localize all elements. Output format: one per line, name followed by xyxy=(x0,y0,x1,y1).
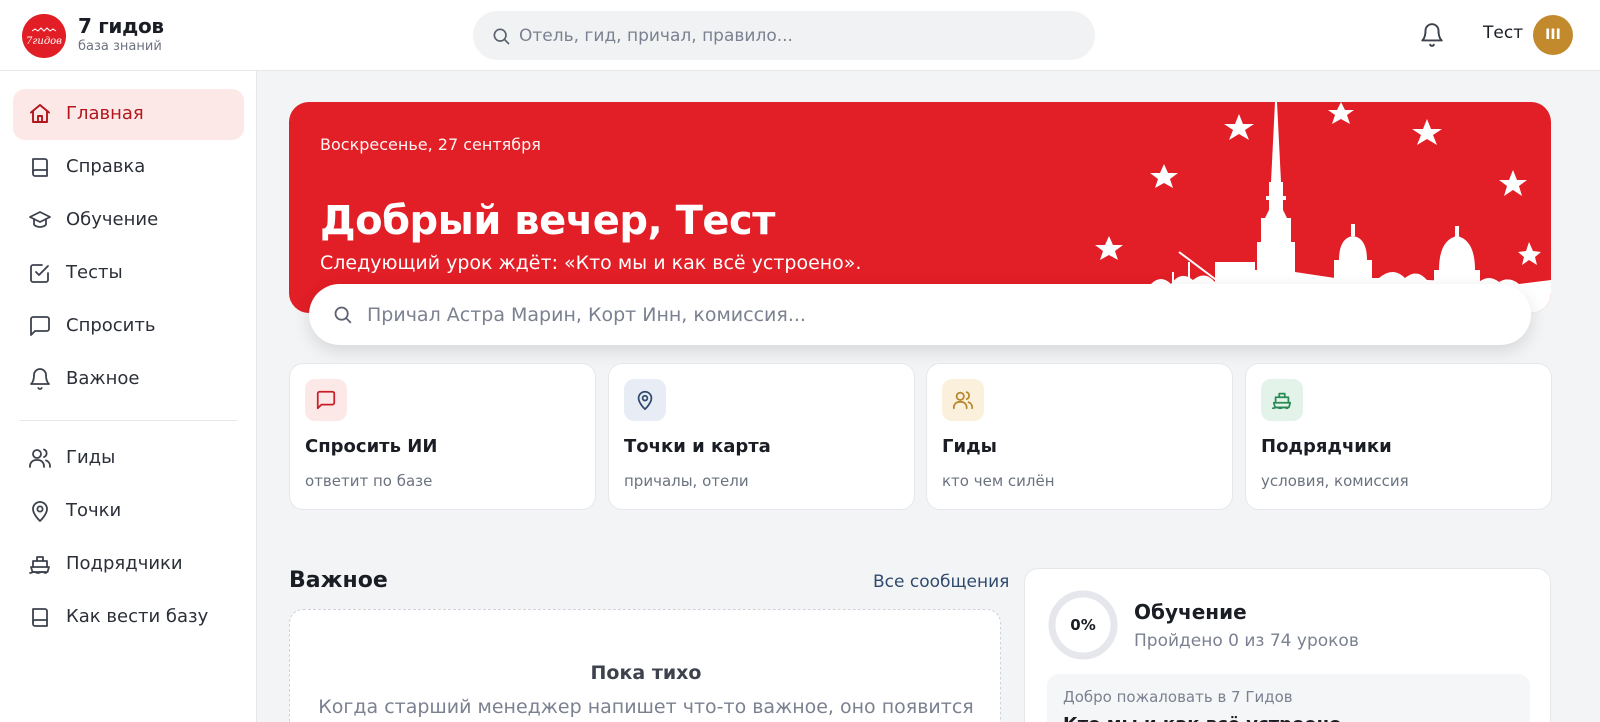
search-icon xyxy=(334,306,352,324)
chat-icon xyxy=(30,316,50,336)
sidebar-item-label: Важное xyxy=(66,368,140,389)
card-guides[interactable]: Гиды кто чем силён xyxy=(926,363,1233,510)
hero-date: Воскресенье, 27 сентября xyxy=(320,135,541,154)
all-messages-link[interactable]: Все сообщения xyxy=(873,572,1009,592)
sidebar-item-points[interactable]: Точки xyxy=(13,486,244,537)
graduation-cap-icon xyxy=(29,211,51,228)
brand-name: 7 гидов xyxy=(78,14,164,38)
ship-icon xyxy=(29,556,50,574)
card-title: Гиды xyxy=(942,436,997,457)
hero-subtitle[interactable]: Следующий урок ждёт: «Кто мы и как всё у… xyxy=(320,252,861,274)
brand-subtitle: база знаний xyxy=(78,39,162,54)
card-icon-box xyxy=(624,379,666,421)
chat-icon xyxy=(316,390,336,410)
next-lesson-box[interactable]: Добро пожаловать в 7 Гидов Кто мы и как … xyxy=(1047,674,1530,722)
users-icon xyxy=(952,391,974,410)
global-search-input[interactable] xyxy=(519,11,1079,60)
empty-state-text: Когда старший менеджер напишет что-то ва… xyxy=(318,696,974,722)
map-pin-icon xyxy=(637,390,653,411)
sidebar-item-label: Справка xyxy=(66,156,146,177)
sidebar-divider xyxy=(20,420,237,421)
sidebar-item-tests[interactable]: Тесты xyxy=(13,248,244,299)
card-subtitle: кто чем силён xyxy=(942,472,1055,490)
learning-title: Обучение xyxy=(1134,600,1247,624)
sidebar-item-guides[interactable]: Гиды xyxy=(13,433,244,484)
sidebar-item-label: Спросить xyxy=(66,315,156,336)
bell-icon xyxy=(30,368,50,390)
card-title: Спросить ИИ xyxy=(305,436,438,457)
sidebar-item-important[interactable]: Важное xyxy=(13,354,244,405)
user-name[interactable]: Тест xyxy=(1483,23,1523,43)
svg-text:7гидов: 7гидов xyxy=(26,36,62,47)
card-title: Точки и карта xyxy=(624,436,771,457)
sidebar-item-contractors[interactable]: Подрядчики xyxy=(13,539,244,590)
sidebar-item-ask[interactable]: Спросить xyxy=(13,301,244,352)
map-pin-icon xyxy=(32,501,48,522)
card-subtitle: причалы, отели xyxy=(624,472,749,490)
card-subtitle: ответит по базе xyxy=(305,472,433,490)
hero-search-input[interactable] xyxy=(367,284,1507,345)
progress-percent: 0% xyxy=(1070,616,1096,634)
brand-logo[interactable]: 7гидов xyxy=(22,14,66,58)
card-title: Подрядчики xyxy=(1261,436,1392,457)
empty-state-title: Пока тихо xyxy=(590,662,702,684)
sidebar-item-label: Главная xyxy=(66,103,144,124)
top-bar: 7гидов 7 гидов база знаний Тест III xyxy=(0,0,1600,71)
card-contractors[interactable]: Подрядчики условия, комиссия xyxy=(1245,363,1552,510)
sidebar-item-label: Точки xyxy=(66,500,122,521)
sidebar: Главная Справка Обучение Тесты Спросить … xyxy=(0,71,257,722)
avatar[interactable]: III xyxy=(1533,15,1573,55)
welcome-label: Добро пожаловать в 7 Гидов xyxy=(1063,688,1293,706)
hero-title: Добрый вечер, Тест xyxy=(320,198,775,244)
next-lesson-title: Кто мы и как всё устроено xyxy=(1063,714,1341,722)
home-icon xyxy=(30,104,50,123)
sidebar-item-label: Как вести базу xyxy=(66,606,209,627)
card-subtitle: условия, комиссия xyxy=(1261,472,1409,490)
card-points-map[interactable]: Точки и карта причалы, отели xyxy=(608,363,915,510)
card-icon-box xyxy=(942,379,984,421)
sidebar-item-label: Гиды xyxy=(66,447,116,468)
sidebar-item-label: Подрядчики xyxy=(66,553,183,574)
bell-icon[interactable] xyxy=(1419,21,1445,49)
sidebar-item-help[interactable]: Справка xyxy=(13,142,244,193)
hero-search[interactable] xyxy=(309,284,1531,345)
card-icon-box xyxy=(305,379,347,421)
sidebar-item-home[interactable]: Главная xyxy=(13,89,244,140)
important-empty-state: Пока тихо Когда старший менеджер напишет… xyxy=(289,609,1001,722)
city-skyline-illustration xyxy=(1095,102,1551,313)
checkbox-icon xyxy=(30,264,49,283)
sidebar-item-learning[interactable]: Обучение xyxy=(13,195,244,246)
sidebar-item-label: Обучение xyxy=(66,209,159,230)
important-section-title: Важное xyxy=(289,568,388,593)
search-icon xyxy=(493,28,510,45)
sidebar-item-how-to[interactable]: Как вести базу xyxy=(13,592,244,643)
global-search[interactable] xyxy=(473,11,1095,60)
users-icon xyxy=(29,448,51,468)
book-icon xyxy=(32,608,48,627)
card-icon-box xyxy=(1261,379,1303,421)
book-icon xyxy=(32,158,48,177)
hero-banner: Воскресенье, 27 сентября Добрый вечер, Т… xyxy=(289,102,1551,313)
card-ask-ai[interactable]: Спросить ИИ ответит по базе xyxy=(289,363,596,510)
ship-icon xyxy=(1271,392,1292,410)
learning-progress-card[interactable]: 0% Обучение Пройдено 0 из 74 уроков Добр… xyxy=(1024,568,1551,722)
sidebar-item-label: Тесты xyxy=(66,262,123,283)
learning-subtitle: Пройдено 0 из 74 уроков xyxy=(1134,631,1359,651)
